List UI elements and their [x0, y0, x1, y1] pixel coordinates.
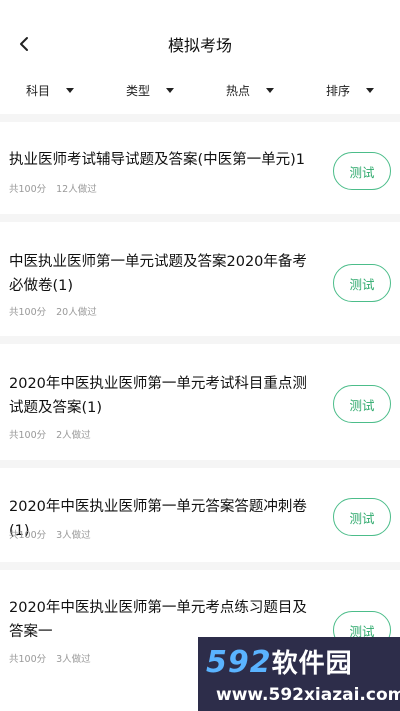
- exam-item[interactable]: 执业医师考试辅导试题及答案(中医第一单元)1 共100分 12人做过 测试: [0, 122, 400, 222]
- test-button[interactable]: 测试: [333, 264, 391, 302]
- exam-title: 中医执业医师第一单元试题及答案2020年备考必做卷(1): [9, 254, 307, 294]
- exam-meta: 共100分 20人做过: [9, 304, 97, 318]
- exam-done-count: 3人做过: [56, 530, 91, 541]
- exam-done-count: 12人做过: [56, 184, 97, 195]
- filter-bar: 科目 类型 热点 排序: [0, 76, 400, 104]
- exam-meta: 共100分 2人做过: [9, 427, 91, 441]
- exam-done-count: 20人做过: [56, 307, 97, 318]
- test-button[interactable]: 测试: [333, 152, 391, 190]
- divider: [0, 114, 400, 122]
- exam-title: 执业医师考试辅导试题及答案(中医第一单元)1: [9, 152, 306, 168]
- filter-subject[interactable]: 科目: [0, 82, 100, 99]
- exam-score: 共100分: [9, 654, 47, 665]
- test-button[interactable]: 测试: [333, 385, 391, 423]
- exam-meta: 共100分 3人做过: [9, 651, 91, 665]
- exam-meta: 共100分 12人做过: [9, 181, 97, 195]
- dropdown-arrow-icon: [366, 87, 374, 93]
- exam-score: 共100分: [9, 530, 47, 541]
- watermark: 592软件园 www.592xiazai.com: [198, 637, 400, 711]
- exam-title: 2020年中医执业医师第一单元考试科目重点测试题及答案(1): [9, 376, 307, 416]
- watermark-brand-text: 软件园: [271, 649, 353, 679]
- filter-label: 类型: [125, 83, 150, 98]
- watermark-brand-number: 592: [206, 645, 272, 680]
- exam-item[interactable]: 2020年中医执业医师第一单元答案答题冲刺卷(1) 共100分 3人做过 测试: [0, 468, 400, 570]
- dropdown-arrow-icon: [266, 87, 274, 93]
- page-title: 模拟考场: [167, 36, 232, 55]
- exam-list: 执业医师考试辅导试题及答案(中医第一单元)1 共100分 12人做过 测试 中医…: [0, 122, 400, 700]
- dropdown-arrow-icon: [66, 87, 74, 93]
- test-button[interactable]: 测试: [333, 498, 391, 536]
- filter-type[interactable]: 类型: [100, 82, 200, 99]
- header: 模拟考场: [0, 0, 400, 86]
- watermark-url: www.592xiazai.com: [216, 685, 400, 705]
- exam-item[interactable]: 中医执业医师第一单元试题及答案2020年备考必做卷(1) 共100分 20人做过…: [0, 222, 400, 344]
- app-screen: 模拟考场 科目 类型 热点 排序 执业医师考试辅导试题及答案(中医第一单元)1 …: [0, 0, 400, 711]
- exam-score: 共100分: [9, 184, 47, 195]
- filter-hot[interactable]: 热点: [200, 82, 300, 99]
- exam-done-count: 3人做过: [56, 654, 91, 665]
- filter-label: 热点: [225, 83, 250, 98]
- filter-label: 排序: [325, 83, 350, 98]
- exam-meta: 共100分 3人做过: [9, 527, 91, 541]
- filter-label: 科目: [25, 83, 50, 98]
- exam-item[interactable]: 2020年中医执业医师第一单元考试科目重点测试题及答案(1) 共100分 2人做…: [0, 344, 400, 468]
- watermark-logo: 592软件园: [206, 643, 353, 680]
- dropdown-arrow-icon: [166, 87, 174, 93]
- exam-score: 共100分: [9, 430, 47, 441]
- exam-done-count: 2人做过: [56, 430, 91, 441]
- filter-sort[interactable]: 排序: [300, 82, 400, 99]
- exam-score: 共100分: [9, 307, 47, 318]
